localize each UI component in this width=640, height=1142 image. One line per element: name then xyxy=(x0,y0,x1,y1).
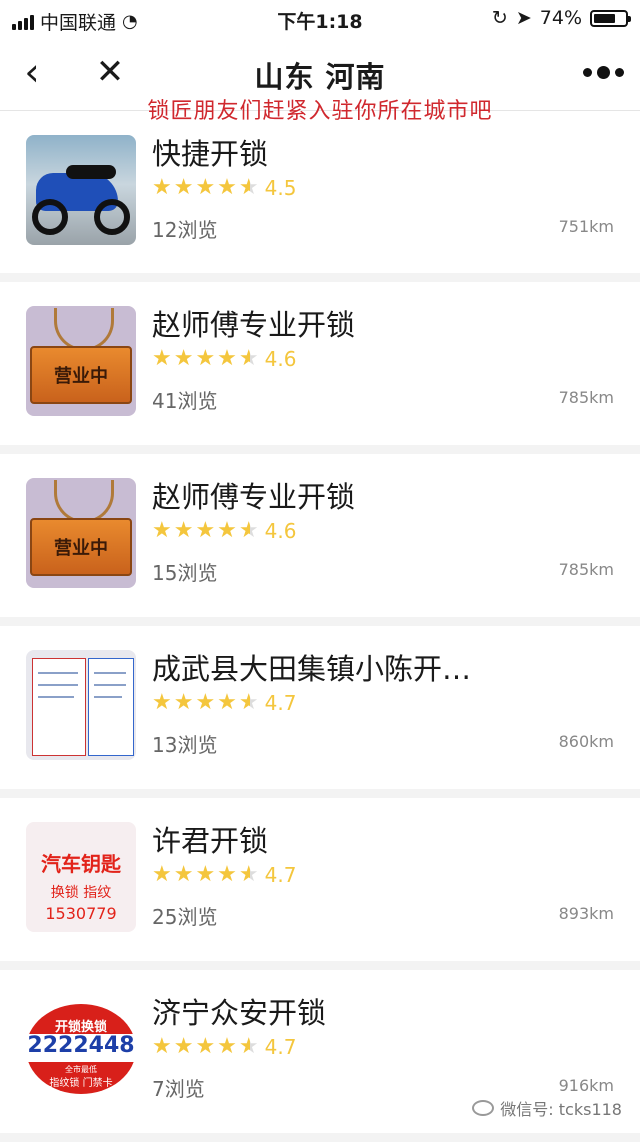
lock-rotation-icon: ↻ xyxy=(491,7,508,29)
locksmith-list: 快捷开锁 ★★★★★ 4.5 12浏览 751km 营业中 赵师傅专业开锁 ★★… xyxy=(0,111,640,1142)
open-sign-thumbnail: 营业中 xyxy=(26,306,136,416)
advert-thumbnail: 汽车钥匙 换锁 指纹 1530779 xyxy=(26,822,136,932)
star-rating-icon: ★★★★★ xyxy=(152,346,261,371)
ad-text-1: 汽车钥匙 xyxy=(41,852,121,876)
logo-phone: 2222448 xyxy=(27,1033,135,1058)
status-bar: 中国联通 ◔ 下午1:18 ↻ ➤ 74% xyxy=(0,0,640,40)
sign-text: 营业中 xyxy=(54,366,108,387)
open-sign-thumbnail: 营业中 xyxy=(26,478,136,588)
watermark-text: 微信号: tcks118 xyxy=(500,1100,622,1119)
recruit-banner: 锁匠朋友们赶紧入驻你所在城市吧 xyxy=(147,99,493,124)
shop-name: 成武县大田集镇小陈开… xyxy=(152,652,472,686)
rating-score: 4.6 xyxy=(264,518,297,543)
view-count: 13浏览 xyxy=(152,733,218,757)
view-count: 41浏览 xyxy=(152,389,218,413)
distance: 916km xyxy=(558,1076,614,1095)
list-item[interactable]: 营业中 赵师傅专业开锁 ★★★★★ 4.6 41浏览 785km xyxy=(0,282,640,445)
rating-score: 4.7 xyxy=(264,862,297,887)
battery-icon xyxy=(590,9,631,27)
motorcycle-thumbnail xyxy=(26,135,136,245)
watermark: 微信号: tcks118 xyxy=(472,1096,622,1120)
distance: 893km xyxy=(558,904,614,923)
shop-name: 快捷开锁 xyxy=(152,137,269,171)
view-count: 7浏览 xyxy=(152,1077,205,1101)
star-rating-icon: ★★★★★ xyxy=(152,1034,261,1059)
rating-score: 4.7 xyxy=(264,1034,297,1059)
rating: ★★★★★ 4.7 xyxy=(152,1034,296,1059)
view-count: 15浏览 xyxy=(152,561,218,585)
more-icon[interactable] xyxy=(583,66,624,79)
battery-percent: 74% xyxy=(539,7,582,29)
star-rating-icon: ★★★★★ xyxy=(152,690,261,715)
star-rating-icon: ★★★★★ xyxy=(152,175,261,200)
ad-text-2: 换锁 指纹 xyxy=(50,885,112,901)
distance: 785km xyxy=(558,560,614,579)
star-rating-icon: ★★★★★ xyxy=(152,862,261,887)
distance: 751km xyxy=(558,217,614,236)
rating-score: 4.5 xyxy=(264,175,297,200)
rating: ★★★★★ 4.5 xyxy=(152,175,296,200)
shop-name: 赵师傅专业开锁 xyxy=(152,480,356,514)
list-item[interactable]: 营业中 赵师傅专业开锁 ★★★★★ 4.6 15浏览 785km xyxy=(0,454,640,617)
shop-name: 许君开锁 xyxy=(152,824,269,858)
wechat-icon xyxy=(472,1100,495,1116)
view-count: 12浏览 xyxy=(152,218,218,242)
rating: ★★★★★ 4.6 xyxy=(152,346,296,371)
rating: ★★★★★ 4.7 xyxy=(152,862,296,887)
logo-bottom-text: 指纹锁 门禁卡 xyxy=(49,1078,113,1089)
distance: 785km xyxy=(558,388,614,407)
page-title: 山东 河南 xyxy=(254,60,386,94)
shop-name: 济宁众安开锁 xyxy=(152,996,327,1030)
sign-text: 营业中 xyxy=(54,538,108,559)
list-item[interactable]: 成武县大田集镇小陈开… ★★★★★ 4.7 13浏览 860km xyxy=(0,626,640,789)
rating-score: 4.6 xyxy=(264,346,297,371)
location-arrow-icon: ➤ xyxy=(515,7,532,29)
rating: ★★★★★ 4.7 xyxy=(152,690,296,715)
logo-thumbnail: 开锁换锁 2222448 全市最低 指纹锁 门禁卡 xyxy=(26,994,136,1104)
rating-score: 4.7 xyxy=(264,690,297,715)
distance: 860km xyxy=(558,732,614,751)
star-rating-icon: ★★★★★ xyxy=(152,518,261,543)
list-item[interactable]: 汽车钥匙 换锁 指纹 1530779 许君开锁 ★★★★★ 4.7 25浏览 8… xyxy=(0,798,640,961)
ad-text-3: 1530779 xyxy=(45,904,117,923)
rating: ★★★★★ 4.6 xyxy=(152,518,296,543)
notice-board-thumbnail xyxy=(26,650,136,760)
shop-name: 赵师傅专业开锁 xyxy=(152,308,356,342)
list-item[interactable]: 快捷开锁 ★★★★★ 4.5 12浏览 751km xyxy=(0,111,640,273)
view-count: 25浏览 xyxy=(152,905,218,929)
